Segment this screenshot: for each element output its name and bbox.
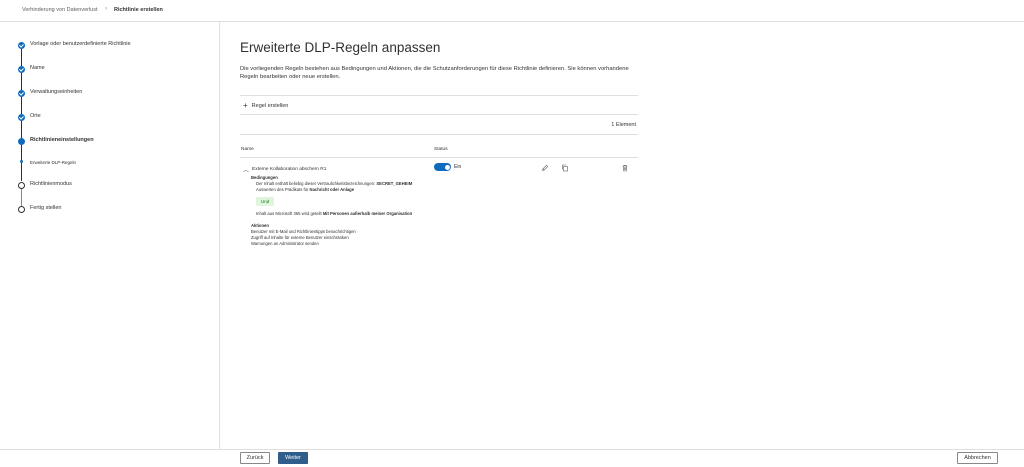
step-name[interactable]: Name: [30, 65, 45, 71]
copy-icon[interactable]: [561, 164, 569, 172]
and-operator-badge: Und: [256, 197, 275, 206]
condition-text: Inhalt aus Microsoft 365 wird geteilt: [256, 211, 322, 216]
step-pending-indicator: [18, 182, 25, 189]
step-pending-indicator: [18, 206, 25, 213]
next-button[interactable]: Weiter: [278, 452, 308, 464]
substep-advanced-dlp-rules[interactable]: Erweiterte DLP-Regeln: [30, 160, 76, 165]
wizard-stepper: Vorlage oder benutzerdefinierte Richtlin…: [0, 22, 220, 449]
step-admin-units[interactable]: Verwaltungseinheiten: [30, 89, 82, 95]
delete-icon[interactable]: [621, 164, 629, 172]
rule-status-label: Ein: [454, 164, 462, 170]
breadcrumb-parent-link[interactable]: Verhinderung von Datenverlust: [22, 7, 98, 13]
rule-name: Externe Kollaboration abschern R1: [252, 167, 327, 172]
substep-current-indicator: [20, 160, 23, 163]
rule-status-toggle[interactable]: [434, 163, 451, 171]
step-complete-check-icon: [18, 42, 25, 49]
divider: [240, 157, 638, 158]
step-policy-settings[interactable]: Richtlinieneinstellungen: [30, 137, 94, 143]
divider: [240, 134, 638, 135]
condition-sensitivity-label: Der Inhalt enthält beliebig dieser Vertr…: [256, 181, 412, 186]
divider: [240, 95, 638, 96]
condition-sharing: Inhalt aus Microsoft 365 wird geteilt Mi…: [256, 211, 412, 216]
step-complete-check-icon: [18, 90, 25, 97]
page-title: Erweiterte DLP-Regeln anpassen: [240, 40, 441, 55]
top-bar: Verhinderung von Datenverlust › Richtlin…: [0, 0, 1024, 22]
step-policy-mode: Richtlinienmodus: [30, 181, 72, 187]
rule-row-toggle[interactable]: ︿ Externe Kollaboration abschern R1: [243, 165, 326, 174]
condition-text: Der Inhalt enthält beliebig dieser Vertr…: [256, 181, 376, 186]
plus-icon: +: [243, 101, 248, 110]
column-header-name[interactable]: Name: [241, 147, 254, 152]
create-rule-label: Regel erstellen: [251, 102, 289, 109]
step-locations[interactable]: Orte: [30, 113, 41, 119]
step-complete-check-icon: [18, 66, 25, 73]
action-item: Benutzer mit E-Mail und Richtlinientipps…: [251, 229, 356, 234]
cancel-button[interactable]: Abbrechen: [957, 452, 998, 464]
step-finish: Fertig stellen: [30, 205, 62, 211]
actions-heading: Aktionen: [251, 223, 269, 228]
create-rule-button[interactable]: + Regel erstellen: [243, 101, 288, 110]
page-description: Die vorliegenden Regeln bestehen aus Bed…: [240, 66, 629, 80]
condition-predicate: Auswerten des Prädikats für Nachricht od…: [256, 187, 354, 192]
condition-value: SECRET_GEHEIM: [376, 181, 413, 186]
chevron-up-icon[interactable]: ︿: [243, 165, 249, 174]
item-count: 1 Element: [611, 122, 636, 128]
conditions-heading: Bedingungen: [251, 175, 278, 180]
condition-value: Nachricht oder Anlage: [309, 187, 355, 192]
divider: [240, 114, 638, 115]
step-connector: [21, 145, 22, 181]
edit-icon[interactable]: [541, 164, 549, 172]
action-item: Zugriff auf Inhalte für externe Benutzer…: [251, 235, 349, 240]
step-current-indicator: [18, 138, 25, 145]
column-header-status[interactable]: Status: [434, 147, 448, 152]
step-template[interactable]: Vorlage oder benutzerdefinierte Richtlin…: [30, 41, 131, 47]
condition-text: Auswerten des Prädikats für: [256, 187, 309, 192]
step-complete-check-icon: [18, 114, 25, 121]
condition-value: Mit Personen außerhalb meiner Organisati…: [322, 211, 413, 216]
action-item: Warnungen an Administrator senden: [251, 241, 319, 246]
footer-bar: [0, 449, 1024, 467]
breadcrumb-current: Richtlinie erstellen: [114, 7, 163, 13]
chevron-right-icon: ›: [105, 6, 107, 12]
back-button[interactable]: Zurück: [240, 452, 270, 464]
